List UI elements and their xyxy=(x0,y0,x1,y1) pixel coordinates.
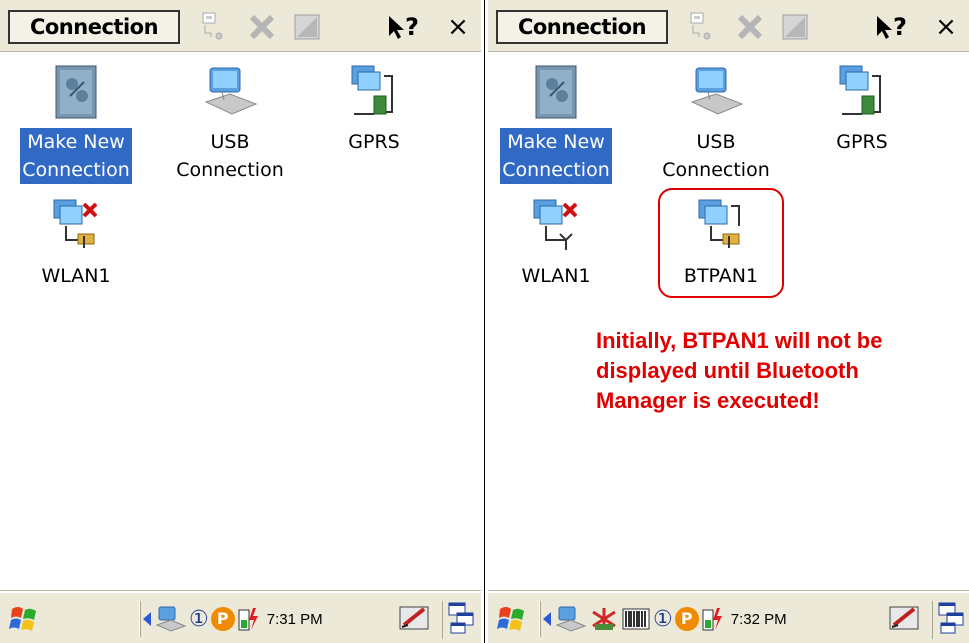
item-label: Make New Connection xyxy=(20,128,132,184)
system-tray: ① P 7:31 PM xyxy=(140,601,323,637)
view-icon[interactable] xyxy=(287,10,327,44)
properties-icon[interactable] xyxy=(192,10,232,44)
make-new-connection-item[interactable]: Make New Connection xyxy=(488,62,626,184)
item-label: Make New Connection xyxy=(500,128,612,184)
taskbar: ① P 7:31 PM xyxy=(0,591,481,643)
gprs-item[interactable]: GPRS xyxy=(304,62,444,156)
windows-switcher-icon[interactable] xyxy=(932,601,967,639)
tray-scroll-left-icon[interactable] xyxy=(141,610,153,628)
usb-connection-icon xyxy=(204,67,258,115)
tray-scroll-left-icon[interactable] xyxy=(541,610,553,628)
window-title[interactable]: Connection xyxy=(8,10,180,44)
help-question-icon: ? xyxy=(893,13,907,41)
wlan1-item[interactable]: WLAN1 xyxy=(488,196,626,290)
wlan1-icon xyxy=(53,199,98,248)
power-icon[interactable]: P xyxy=(210,607,235,631)
battery-charging-icon[interactable] xyxy=(701,606,723,632)
screen-divider xyxy=(481,0,488,643)
annotation-note: Initially, BTPAN1 will not be displayed … xyxy=(596,328,883,413)
title-bar: Connection ? × xyxy=(488,0,969,52)
gprs-icon xyxy=(839,65,881,115)
barcode-icon[interactable] xyxy=(621,606,651,632)
item-label: USB Connection xyxy=(176,131,284,181)
make-new-connection-icon xyxy=(535,65,577,119)
help-icon[interactable]: ? xyxy=(380,10,426,44)
make-new-connection-item[interactable]: Make New Connection xyxy=(6,62,146,184)
title-bar: Connection ? × xyxy=(0,0,481,52)
btpan1-icon xyxy=(698,199,740,248)
window-title[interactable]: Connection xyxy=(496,10,668,44)
right-screen: Connection ? × Make New Connection USB C… xyxy=(488,0,969,643)
power-icon[interactable]: P xyxy=(674,607,699,631)
help-question-icon: ? xyxy=(405,13,419,41)
help-icon[interactable]: ? xyxy=(868,10,914,44)
battery-charging-icon[interactable] xyxy=(237,606,259,632)
input-panel-icon[interactable] xyxy=(398,601,432,639)
clock[interactable]: 7:31 PM xyxy=(267,611,323,628)
btpan1-item[interactable]: BTPAN1 xyxy=(651,196,791,290)
wlan1-icon xyxy=(533,199,578,250)
delete-icon[interactable] xyxy=(240,10,284,44)
start-icon[interactable] xyxy=(8,603,42,639)
close-icon[interactable]: × xyxy=(928,10,964,44)
input-mode-icon[interactable]: ① xyxy=(653,607,673,632)
wlan1-item[interactable]: WLAN1 xyxy=(6,196,146,290)
system-tray: ① P 7:32 PM xyxy=(540,601,787,637)
item-label: USB Connection xyxy=(662,131,770,181)
properties-icon[interactable] xyxy=(680,10,720,44)
make-new-connection-icon xyxy=(55,65,97,119)
bluetooth-manager-icon[interactable] xyxy=(589,606,619,632)
item-label: WLAN1 xyxy=(41,265,111,287)
close-icon[interactable]: × xyxy=(440,10,476,44)
gprs-icon xyxy=(351,65,393,115)
item-label: GPRS xyxy=(348,131,400,153)
start-icon[interactable] xyxy=(496,603,530,639)
usb-connection-item[interactable]: USB Connection xyxy=(646,62,786,184)
usb-connection-tray-icon[interactable] xyxy=(555,605,587,633)
windows-switcher-icon[interactable] xyxy=(442,601,477,639)
view-icon[interactable] xyxy=(775,10,815,44)
taskbar: ① P 7:32 PM xyxy=(488,591,969,643)
clock[interactable]: 7:32 PM xyxy=(731,611,787,628)
input-panel-icon[interactable] xyxy=(888,601,922,639)
usb-connection-icon xyxy=(690,67,744,115)
usb-connection-tray-icon[interactable] xyxy=(155,605,187,633)
item-label: WLAN1 xyxy=(521,265,591,287)
input-mode-icon[interactable]: ① xyxy=(189,607,209,632)
left-screen: Connection ? × Make New Connection USB C… xyxy=(0,0,481,643)
delete-icon[interactable] xyxy=(728,10,772,44)
gprs-item[interactable]: GPRS xyxy=(792,62,932,156)
item-label: BTPAN1 xyxy=(683,265,759,287)
usb-connection-item[interactable]: USB Connection xyxy=(160,62,300,184)
item-label: GPRS xyxy=(836,131,888,153)
